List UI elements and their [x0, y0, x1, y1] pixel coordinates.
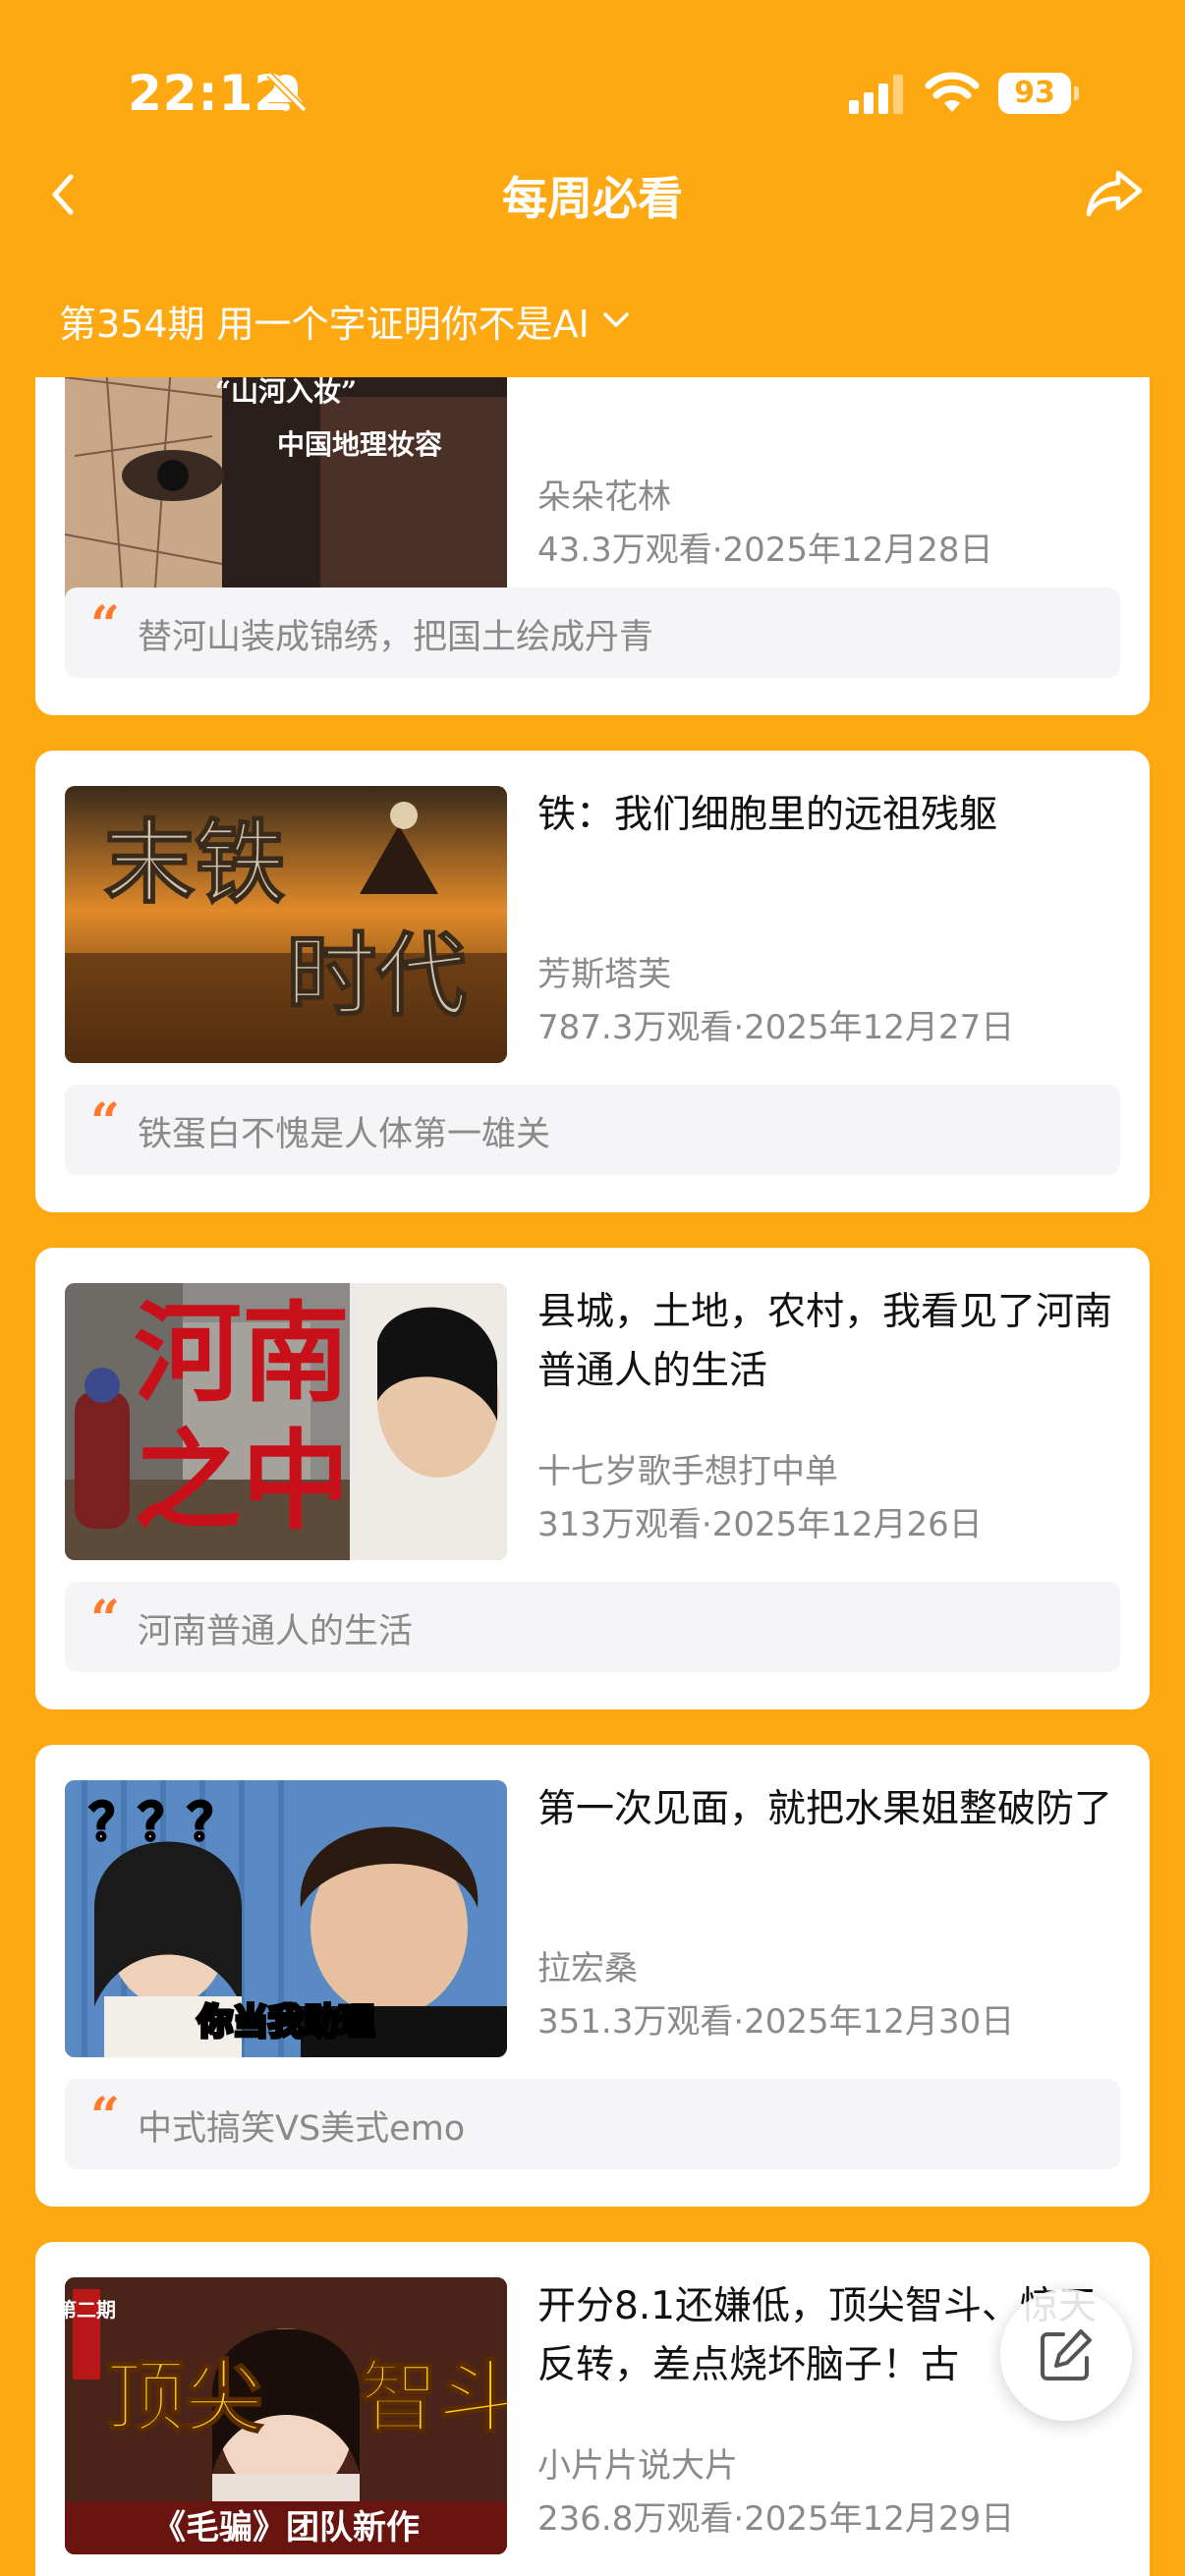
status-bar: 22:12 93	[0, 0, 1185, 177]
bell-muted-icon	[266, 72, 308, 113]
quote-mark-icon: “	[90, 1590, 120, 1650]
thumbnail-text: 顶尖	[106, 2351, 263, 2443]
video-thumbnail[interactable]: 末铁 时代	[65, 786, 507, 1063]
editor-comment-text: 替河山装成锦绣，把国土绘成丹青	[138, 618, 654, 657]
video-card[interactable]: 末铁 时代 铁：我们细胞里的远祖残躯 芳斯塔芙 787.3万观看·2025年12…	[35, 751, 1150, 1212]
editor-comment-text: 中式搞笑VS美式emo	[138, 2109, 466, 2149]
editor-comment: “ 铁蛋白不愧是人体第一雄关	[65, 1085, 1120, 1175]
thumbnail-text: 你当我助理	[197, 2002, 374, 2043]
thumbnail-text: 之中	[134, 1418, 350, 1544]
chevron-down-icon	[603, 312, 629, 327]
thumbnail-text: 第二期	[65, 2298, 116, 2322]
wifi-icon	[925, 72, 980, 112]
video-thumbnail[interactable]: “山河入妆” 中国地理妆容	[65, 377, 507, 615]
editor-comment: “ 替河山装成锦绣，把国土绘成丹青	[65, 588, 1120, 678]
page-title: 每周必看	[502, 172, 683, 225]
video-thumbnail[interactable]: ？？？ 你当我助理	[65, 1780, 507, 2057]
thumbnail-text: 时代	[286, 923, 467, 1029]
video-card[interactable]: “山河入妆” 中国地理妆容 朵朵花林 43.3万观看·2025年12月28日 “…	[35, 377, 1150, 715]
thumbnail-text: 智斗	[360, 2351, 507, 2443]
quote-mark-icon: “	[90, 595, 120, 655]
thumbnail-text: 《毛骗》团队新作	[152, 2508, 420, 2548]
video-title[interactable]: 县城，土地，农村，我看见了河南普通人的生活	[537, 1283, 1127, 1401]
editor-comment: “ 中式搞笑VS美式emo	[65, 2079, 1120, 2169]
video-thumbnail[interactable]: 河南 之中	[65, 1283, 507, 1560]
thumbnail-text: 中国地理妆容	[277, 428, 442, 461]
video-author[interactable]: 朵朵花林	[537, 470, 671, 518]
editor-comment: “ 河南普通人的生活	[65, 1582, 1120, 1672]
compose-button[interactable]	[1000, 2289, 1132, 2421]
share-icon[interactable]	[1083, 163, 1146, 222]
video-author[interactable]: 拉宏桑	[537, 1941, 638, 1989]
video-list[interactable]: “山河入妆” 中国地理妆容 朵朵花林 43.3万观看·2025年12月28日 “…	[0, 377, 1185, 2576]
video-title[interactable]: 第一次见面，就把水果姐整破防了	[537, 1780, 1127, 1839]
video-meta: 313万观看·2025年12月26日	[537, 1505, 983, 1544]
editor-comment-text: 铁蛋白不愧是人体第一雄关	[138, 1115, 551, 1154]
video-meta: 43.3万观看·2025年12月28日	[537, 531, 993, 570]
video-author[interactable]: 十七岁歌手想打中单	[537, 1444, 838, 1492]
battery-percent: 93	[1014, 76, 1055, 110]
video-card[interactable]: 河南 之中 县城，土地，农村，我看见了河南普通人的生活 十七岁歌手想打中单 31…	[35, 1248, 1150, 1709]
video-author[interactable]: 芳斯塔芙	[537, 947, 671, 995]
thumbnail-text: 河南	[134, 1290, 350, 1417]
issue-selector[interactable]: 第354期 用一个字证明你不是AI	[59, 293, 633, 348]
app-screen: 22:12 93 每周必看 第354期 用一个字证明你不是AI “山河入妆” 中…	[0, 0, 1185, 2576]
issue-selector-label: 第354期 用一个字证明你不是AI	[59, 302, 590, 346]
video-author[interactable]: 小片片说大片	[537, 2438, 738, 2487]
cellular-signal-icon	[849, 75, 903, 114]
video-meta: 787.3万观看·2025年12月27日	[537, 1008, 1015, 1047]
editor-comment-text: 河南普通人的生活	[138, 1612, 414, 1652]
video-meta: 236.8万观看·2025年12月29日	[537, 2499, 1015, 2539]
video-card[interactable]: ？？？ 你当我助理 第一次见面，就把水果姐整破防了 拉宏桑 351.3万观看·2…	[35, 1745, 1150, 2207]
edit-icon	[1041, 2329, 1092, 2380]
thumbnail-text: ？？？	[89, 1794, 237, 1851]
video-meta: 351.3万观看·2025年12月30日	[537, 2002, 1015, 2042]
quote-mark-icon: “	[90, 2087, 120, 2147]
battery-indicator: 93	[998, 73, 1079, 114]
video-title[interactable]: 铁：我们细胞里的远祖残躯	[537, 786, 1127, 845]
video-card[interactable]: 第二期 顶尖 智斗 《毛骗》团队新作 开分8.1还嫌低，顶尖智斗、惊天反转，差点…	[35, 2242, 1150, 2576]
quote-mark-icon: “	[90, 1092, 120, 1152]
video-thumbnail[interactable]: 第二期 顶尖 智斗 《毛骗》团队新作	[65, 2277, 507, 2554]
thumbnail-text: 末铁	[104, 810, 285, 916]
thumbnail-text: “山河入妆”	[215, 377, 357, 408]
